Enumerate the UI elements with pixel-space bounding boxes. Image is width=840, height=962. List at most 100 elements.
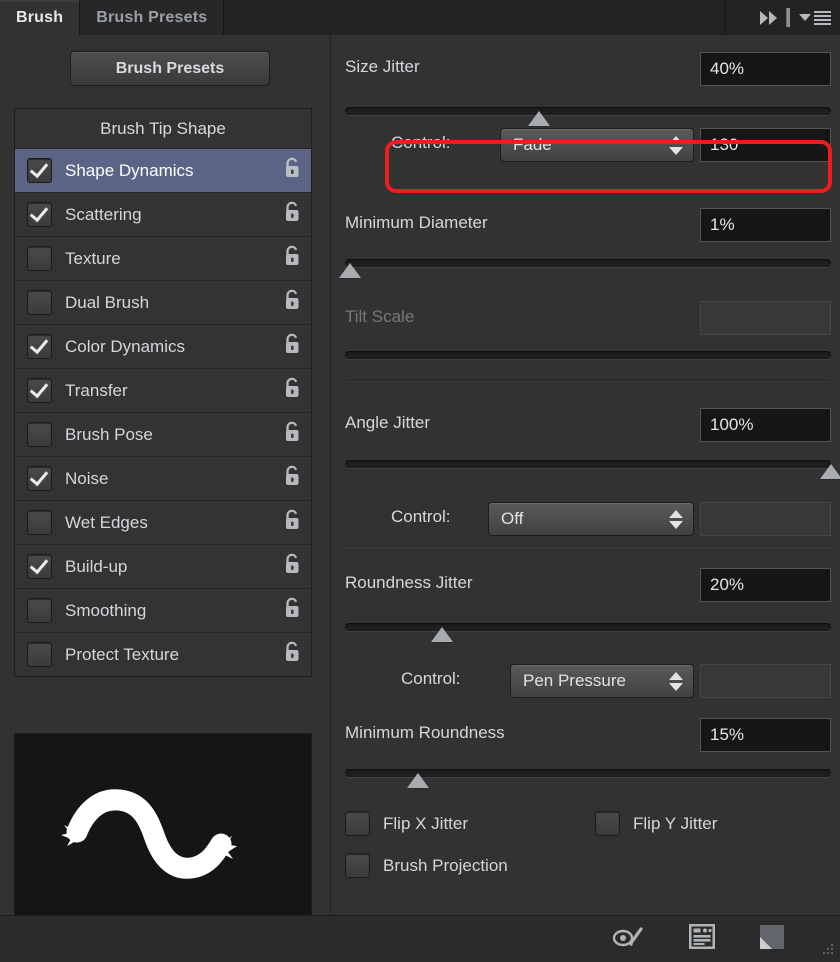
- brush-option-checkbox[interactable]: [27, 158, 52, 183]
- unlocked-padlock-icon[interactable]: [281, 508, 303, 537]
- brush-option-checkbox[interactable]: [27, 334, 52, 359]
- brush-option-row[interactable]: Build-up: [15, 545, 311, 589]
- size-jitter-control-value: Fade: [513, 135, 669, 155]
- tab-brush-presets[interactable]: Brush Presets: [80, 0, 224, 35]
- brush-option-row[interactable]: Color Dynamics: [15, 325, 311, 369]
- roundness-jitter-value[interactable]: 20%: [700, 568, 831, 602]
- unlocked-padlock-icon[interactable]: [281, 596, 303, 625]
- minimum-roundness-thumb[interactable]: [407, 773, 429, 788]
- brush-option-label: Noise: [65, 469, 281, 489]
- size-jitter-value[interactable]: 40%: [700, 52, 831, 86]
- minimum-roundness-label: Minimum Roundness: [345, 723, 505, 743]
- brush-projection-checkbox[interactable]: [345, 853, 370, 878]
- section-divider-2: [345, 546, 831, 548]
- double-chevron-right-icon[interactable]: [760, 11, 777, 25]
- brush-option-row[interactable]: Brush Pose: [15, 413, 311, 457]
- flip-y-jitter-row[interactable]: Flip Y Jitter: [595, 811, 717, 836]
- brush-option-row[interactable]: Smoothing: [15, 589, 311, 633]
- create-new-brush-icon[interactable]: [758, 923, 786, 956]
- brush-options-column: Brush Presets Brush Tip Shape Shape Dyna…: [0, 35, 331, 915]
- brush-option-label: Dual Brush: [65, 293, 281, 313]
- brush-projection-row[interactable]: Brush Projection: [345, 853, 508, 878]
- brush-option-checkbox[interactable]: [27, 378, 52, 403]
- minimum-diameter-value[interactable]: 1%: [700, 208, 831, 242]
- tab-brush[interactable]: Brush: [0, 0, 80, 35]
- roundness-jitter-thumb[interactable]: [431, 627, 453, 642]
- toggle-live-tip-brush-preview-icon[interactable]: [612, 924, 646, 955]
- brush-option-checkbox[interactable]: [27, 290, 52, 315]
- minimum-roundness-value[interactable]: 15%: [700, 718, 831, 752]
- brush-tip-shape-label: Brush Tip Shape: [100, 119, 226, 139]
- brush-option-label: Wet Edges: [65, 513, 281, 533]
- size-jitter-thumb[interactable]: [528, 111, 550, 126]
- open-brush-presets-panel-icon[interactable]: [688, 923, 716, 955]
- flip-y-jitter-checkbox[interactable]: [595, 811, 620, 836]
- unlocked-padlock-icon[interactable]: [281, 464, 303, 493]
- roundness-jitter-control-amount: [700, 664, 831, 698]
- unlocked-padlock-icon[interactable]: [281, 332, 303, 361]
- brush-option-row[interactable]: Wet Edges: [15, 501, 311, 545]
- panel-drag-handle[interactable]: [786, 8, 790, 27]
- roundness-jitter-label: Roundness Jitter: [345, 573, 473, 593]
- brush-option-row[interactable]: Protect Texture: [15, 633, 311, 676]
- brush-stroke-preview: [14, 733, 312, 933]
- minimum-roundness-slider[interactable]: [345, 769, 831, 777]
- brush-option-row[interactable]: Transfer: [15, 369, 311, 413]
- roundness-jitter-control-dropdown[interactable]: Pen Pressure: [510, 664, 694, 698]
- angle-jitter-value[interactable]: 100%: [700, 408, 831, 442]
- size-jitter-slider[interactable]: [345, 107, 831, 115]
- brush-option-row[interactable]: Scattering: [15, 193, 311, 237]
- brush-option-row[interactable]: Texture: [15, 237, 311, 281]
- flip-x-jitter-label: Flip X Jitter: [383, 814, 468, 834]
- chevron-updown-icon: [669, 672, 683, 691]
- flip-x-jitter-checkbox[interactable]: [345, 811, 370, 836]
- tilt-scale-slider: [345, 351, 831, 359]
- unlocked-padlock-icon[interactable]: [281, 376, 303, 405]
- tab-brush-presets-label: Brush Presets: [96, 9, 207, 27]
- unlocked-padlock-icon[interactable]: [281, 420, 303, 449]
- brush-option-checkbox[interactable]: [27, 202, 52, 227]
- unlocked-padlock-icon[interactable]: [281, 288, 303, 317]
- brush-option-checkbox[interactable]: [27, 554, 52, 579]
- angle-jitter-control-label: Control:: [391, 507, 451, 527]
- brush-option-checkbox[interactable]: [27, 598, 52, 623]
- tilt-scale-track: [345, 351, 831, 359]
- unlocked-padlock-icon[interactable]: [281, 640, 303, 669]
- section-divider-1: [345, 380, 831, 382]
- unlocked-padlock-icon[interactable]: [281, 156, 303, 185]
- minimum-diameter-slider[interactable]: [345, 259, 831, 267]
- brush-option-label: Scattering: [65, 205, 281, 225]
- roundness-jitter-control-label: Control:: [401, 669, 461, 689]
- flip-y-jitter-label: Flip Y Jitter: [633, 814, 717, 834]
- brush-options-list: Brush Tip Shape Shape Dynamics Scattering…: [14, 108, 312, 677]
- unlocked-padlock-icon[interactable]: [281, 200, 303, 229]
- roundness-jitter-slider[interactable]: [345, 623, 831, 631]
- brush-option-checkbox[interactable]: [27, 642, 52, 667]
- panel-tab-bar: Brush Brush Presets: [0, 0, 840, 36]
- brush-tip-shape-header[interactable]: Brush Tip Shape: [15, 109, 311, 149]
- brush-option-row[interactable]: Noise: [15, 457, 311, 501]
- angle-jitter-control-dropdown[interactable]: Off: [488, 502, 694, 536]
- unlocked-padlock-icon[interactable]: [281, 552, 303, 581]
- panel-menu-icon[interactable]: [799, 11, 831, 25]
- minimum-diameter-thumb[interactable]: [339, 263, 361, 278]
- flip-x-jitter-row[interactable]: Flip X Jitter: [345, 811, 468, 836]
- brush-option-checkbox[interactable]: [27, 246, 52, 271]
- resize-grip-icon[interactable]: [819, 942, 835, 958]
- brush-presets-button[interactable]: Brush Presets: [70, 51, 270, 86]
- unlocked-padlock-icon[interactable]: [281, 244, 303, 273]
- brush-option-checkbox[interactable]: [27, 422, 52, 447]
- angle-jitter-label: Angle Jitter: [345, 413, 430, 433]
- brush-option-row[interactable]: Shape Dynamics: [15, 149, 311, 193]
- brush-option-row[interactable]: Dual Brush: [15, 281, 311, 325]
- size-jitter-fade-steps[interactable]: 130: [700, 128, 831, 162]
- brush-option-label: Shape Dynamics: [65, 161, 281, 181]
- brush-option-label: Brush Pose: [65, 425, 281, 445]
- brush-option-checkbox[interactable]: [27, 510, 52, 535]
- size-jitter-control-dropdown[interactable]: Fade: [500, 128, 694, 162]
- minimum-diameter-track: [345, 259, 831, 267]
- brush-option-checkbox[interactable]: [27, 466, 52, 491]
- angle-jitter-thumb[interactable]: [820, 464, 840, 479]
- chevron-updown-icon: [669, 136, 683, 155]
- angle-jitter-slider[interactable]: [345, 460, 831, 468]
